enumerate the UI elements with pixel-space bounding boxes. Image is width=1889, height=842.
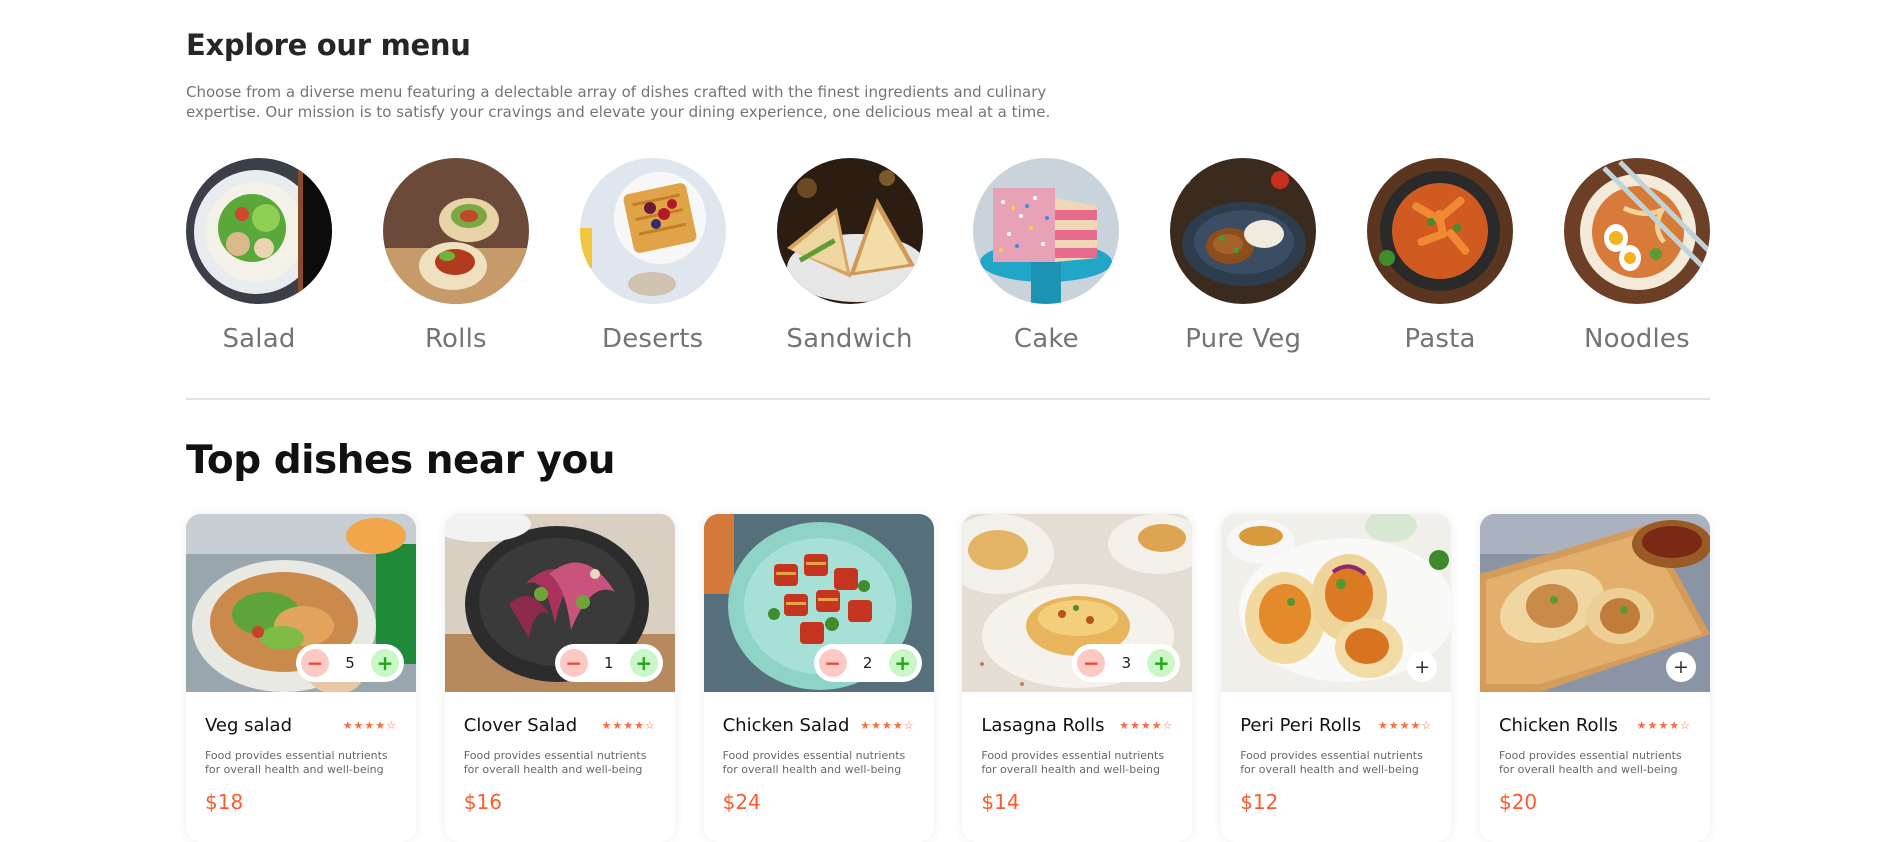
menu-category-pure-veg[interactable]: Pure Veg [1170,158,1317,354]
menu-category-label: Salad [222,324,296,354]
dish-card[interactable]: + Chicken Rolls ★★★★☆ Food provides esse… [1479,514,1710,842]
menu-category-label: Sandwich [786,324,913,354]
menu-category-pasta[interactable]: Pasta [1367,158,1514,354]
menu-category-sandwich[interactable]: Sandwich [776,158,923,354]
dish-info: Peri Peri Rolls ★★★★☆ Food provides esse… [1221,715,1451,814]
dish-info: Clover Salad ★★★★☆ Food provides essenti… [445,715,675,814]
dish-info: Lasagna Rolls ★★★★☆ Food provides essent… [962,715,1192,814]
quantity-stepper: − 5 + [296,644,404,682]
pasta-category-image [1367,158,1514,304]
dish-image: − 2 + [703,514,934,692]
quantity-count: 3 [1121,654,1132,672]
explore-menu-title: Explore our menu [186,28,471,62]
dish-image: − 1 + [444,514,675,692]
dish-image: + [1479,514,1710,692]
dish-price: $12 [1240,790,1279,814]
dish-info: Veg salad ★★★★☆ Food provides essential … [186,715,416,814]
menu-category-noodles[interactable]: Noodles [1563,158,1710,354]
dish-price: $20 [1498,790,1538,814]
menu-category-label: Pasta [1404,324,1476,354]
dish-name: Veg salad [205,715,293,736]
dish-card[interactable]: − 2 + Chicken Salad ★★★★☆ Food provides … [703,514,934,842]
menu-category-label: Deserts [601,324,704,354]
dish-price: $16 [463,790,502,814]
star-rating-icon: ★★★★☆ [601,719,656,732]
deserts-category-image [579,158,726,304]
dish-description: Food provides essential nutrients for ov… [1498,749,1682,776]
dish-info: Chicken Rolls ★★★★☆ Food provides essent… [1480,715,1710,814]
decrement-button[interactable]: − [301,649,329,677]
quantity-stepper: − 3 + [1072,644,1181,682]
menu-category-rolls[interactable]: Rolls [382,158,529,354]
quantity-count: 1 [604,654,614,672]
salad-category-image [186,158,332,304]
star-rating-icon: ★★★★☆ [1377,719,1433,732]
dish-description: Food provides essential nutrients for ov… [722,749,906,776]
increment-button[interactable]: + [1147,649,1176,677]
menu-category-label: Cake [1013,324,1079,354]
quantity-count: 2 [862,654,873,672]
top-dishes-title: Top dishes near you [186,438,616,483]
quantity-stepper: − 2 + [813,644,922,682]
menu-category-salad[interactable]: Salad [186,158,332,354]
dish-price: $18 [205,790,244,814]
menu-category-label: Pure Veg [1185,324,1302,354]
increment-button[interactable]: + [629,649,658,677]
dish-card[interactable]: + Peri Peri Rolls ★★★★☆ Food provides es… [1221,514,1452,842]
explore-menu-description: Choose from a diverse menu featuring a d… [186,83,1051,121]
dish-image: − 5 + [186,514,416,692]
rolls-category-image [382,158,529,304]
dish-name: Chicken Rolls [1498,715,1618,736]
quantity-count: 5 [345,654,355,672]
star-rating-icon: ★★★★☆ [342,719,397,732]
menu-category-list: Salad Rolls Deserts Sandwich Cake Pure V… [186,158,1710,354]
dish-description: Food provides essential nutrients for ov… [205,749,388,776]
dish-name: Peri Peri Rolls [1240,715,1362,736]
dish-name: Lasagna Rolls [981,715,1105,736]
menu-category-label: Noodles [1583,324,1690,354]
dish-card[interactable]: − 5 + Veg salad ★★★★☆ Food provides esse… [186,514,416,842]
add-to-cart-button[interactable]: + [1665,652,1696,682]
menu-category-label: Rolls [424,324,487,354]
add-to-cart-button[interactable]: + [1407,652,1438,682]
increment-button[interactable]: + [888,649,917,677]
sandwich-category-image [776,158,923,304]
star-rating-icon: ★★★★☆ [1636,719,1691,732]
dish-price: $24 [722,790,761,814]
dish-name: Clover Salad [463,715,578,736]
dish-info: Chicken Salad ★★★★☆ Food provides essent… [704,715,934,814]
decrement-button[interactable]: − [559,649,588,677]
cake-category-image [973,158,1120,304]
dish-image: − 3 + [962,514,1193,692]
dish-price: $14 [981,790,1020,814]
star-rating-icon: ★★★★☆ [1119,719,1174,732]
dish-image: + [1221,514,1452,692]
dish-card[interactable]: − 1 + Clover Salad ★★★★☆ Food provides e… [444,514,675,842]
increment-button[interactable]: + [370,649,399,677]
menu-category-cake[interactable]: Cake [973,158,1120,354]
dish-description: Food provides essential nutrients for ov… [1240,749,1423,776]
decrement-button[interactable]: − [1077,649,1106,677]
pure-veg-category-image [1170,158,1317,304]
star-rating-icon: ★★★★☆ [860,719,915,732]
dish-card[interactable]: − 3 + Lasagna Rolls ★★★★☆ Food provides … [962,514,1193,842]
dish-name: Chicken Salad [722,715,850,736]
dish-description: Food provides essential nutrients for ov… [981,749,1165,776]
section-divider [186,398,1710,400]
dish-description: Food provides essential nutrients for ov… [463,749,647,776]
quantity-stepper: − 1 + [554,644,663,682]
dish-grid: − 5 + Veg salad ★★★★☆ Food provides esse… [186,514,1710,842]
decrement-button[interactable]: − [818,649,847,677]
noodles-category-image [1563,158,1710,304]
menu-category-deserts[interactable]: Deserts [579,158,726,354]
